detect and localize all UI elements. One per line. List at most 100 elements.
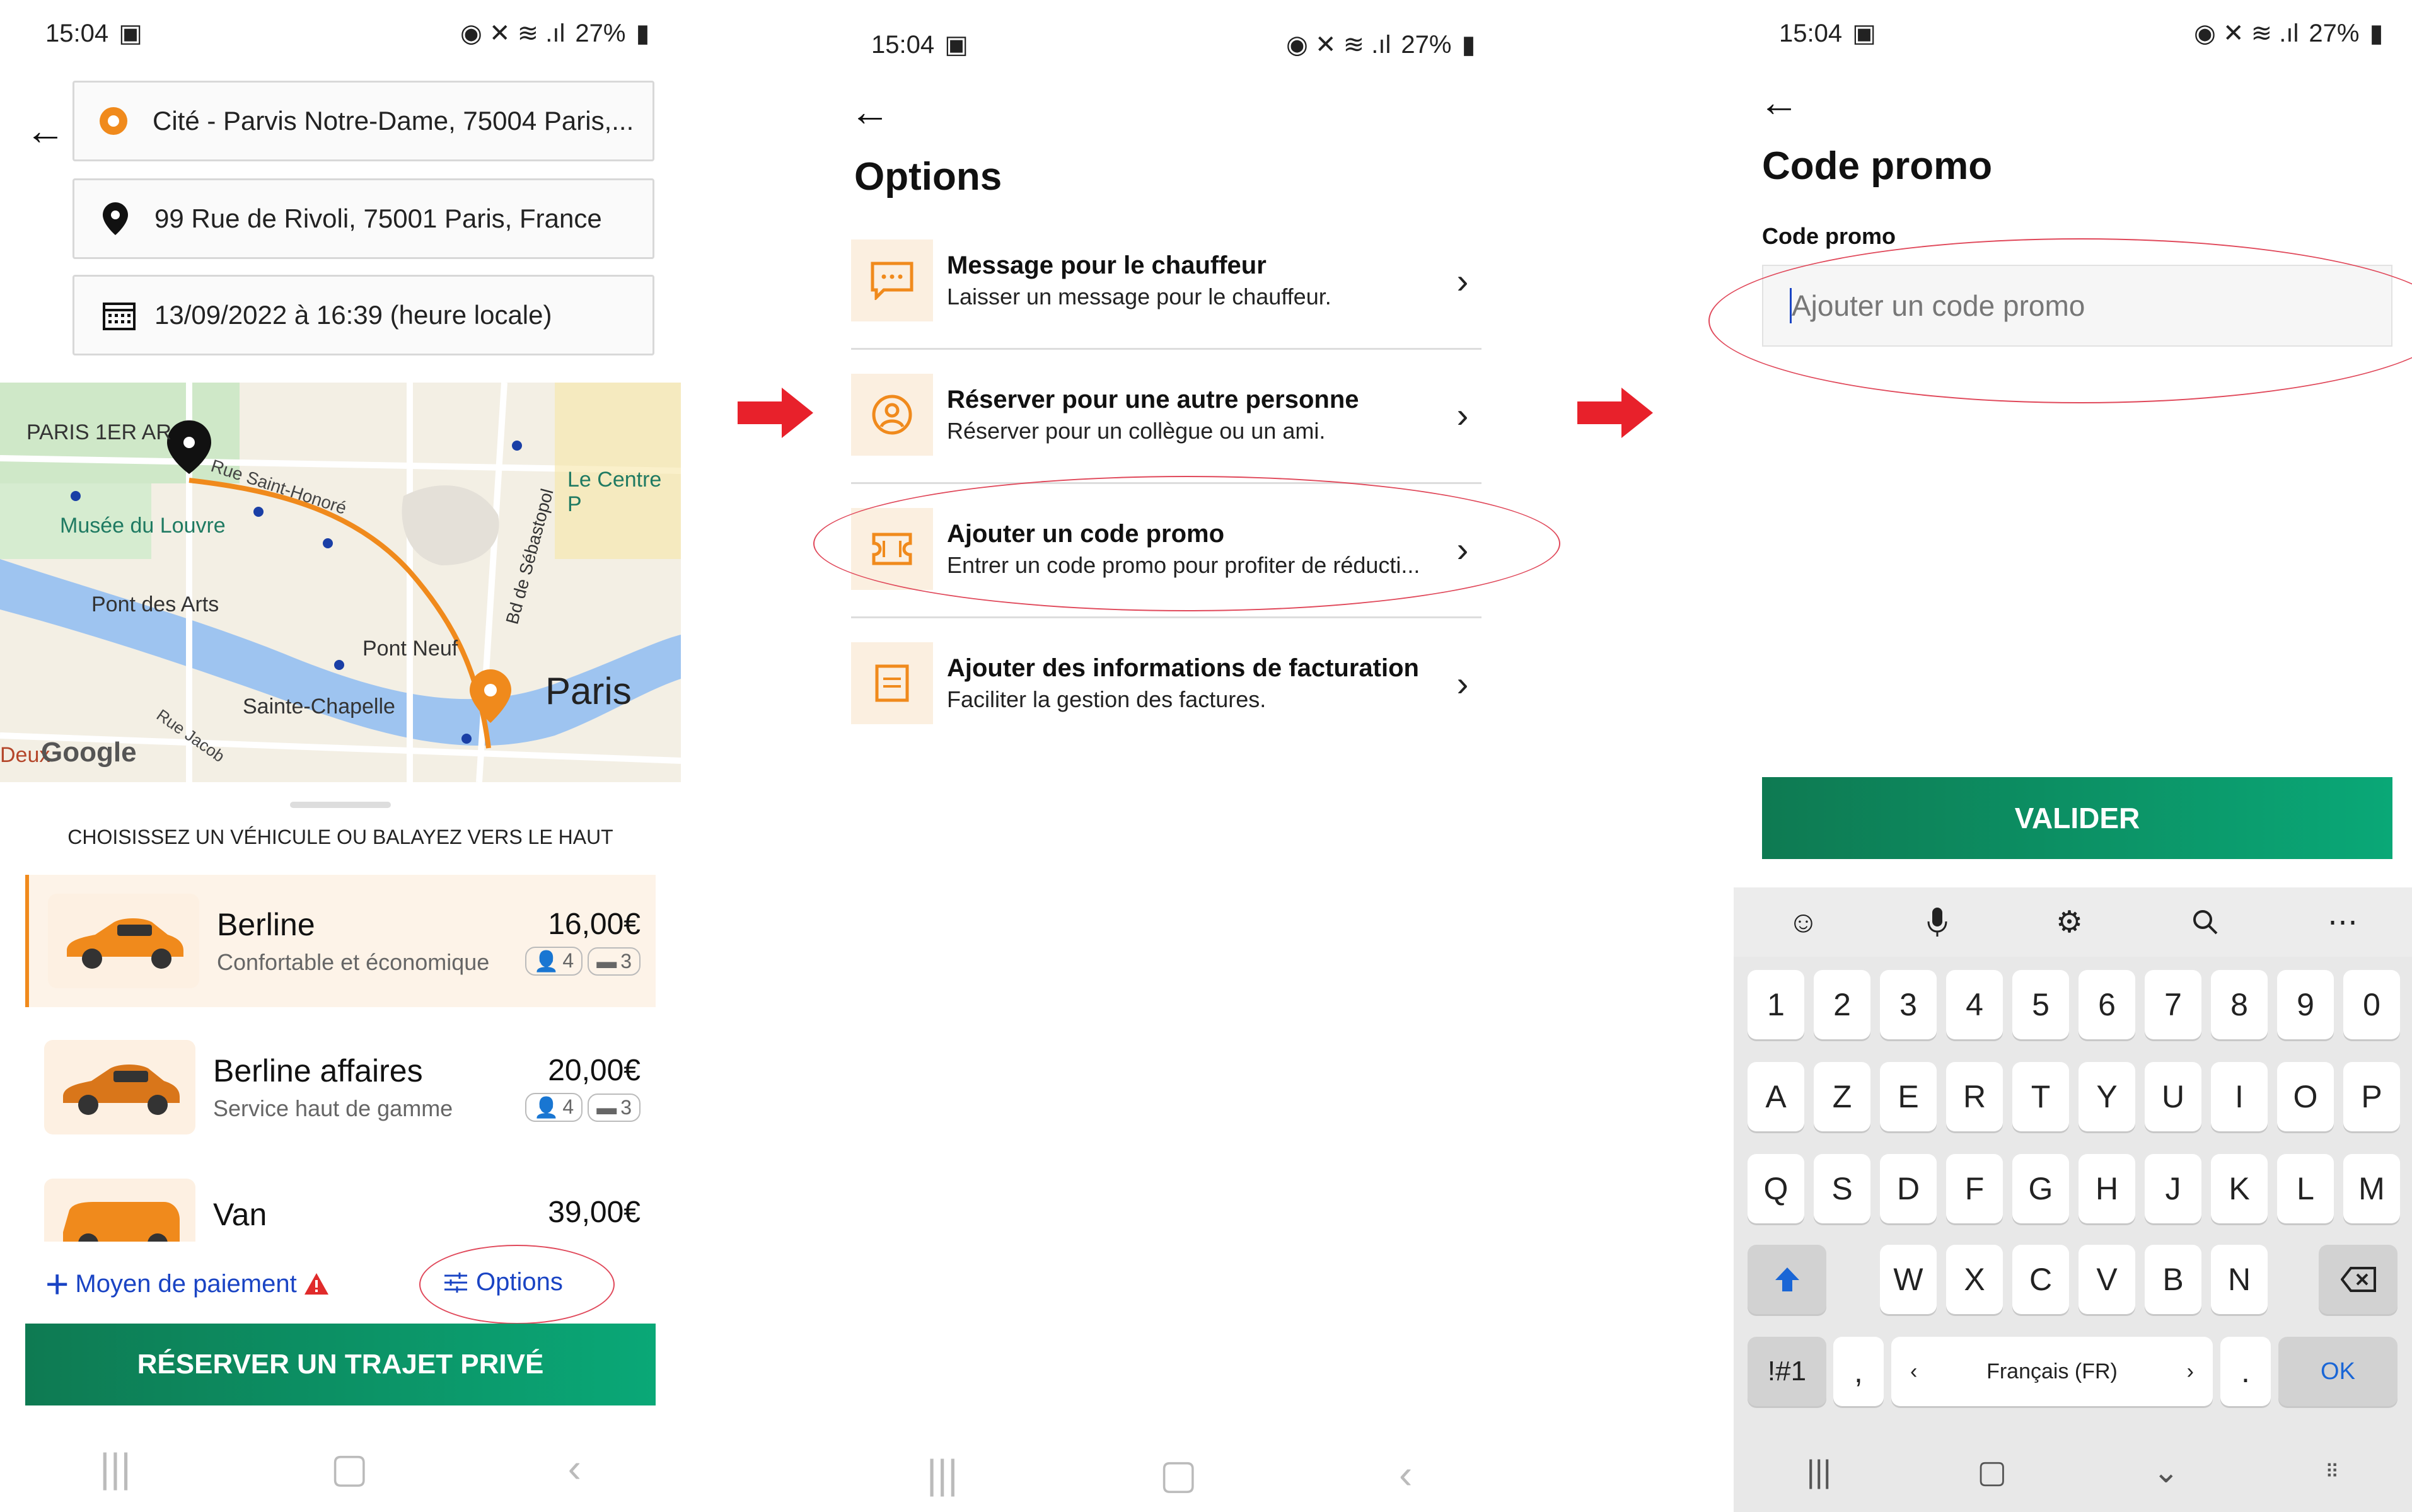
back-arrow-icon[interactable]: ← bbox=[25, 107, 66, 154]
key-0[interactable]: 0 bbox=[2343, 970, 2400, 1039]
drag-handle[interactable] bbox=[290, 802, 391, 808]
option-driver-message[interactable]: Message pour le chauffeur Laisser un mess… bbox=[851, 227, 1481, 334]
shift-key[interactable] bbox=[1748, 1245, 1826, 1314]
key-s[interactable]: S bbox=[1814, 1154, 1870, 1223]
key-6[interactable]: 6 bbox=[2079, 970, 2135, 1039]
battery-icon: ▮ bbox=[635, 20, 650, 47]
vehicle-row-selected[interactable]: Berline Confortable et économique 16,00€… bbox=[25, 875, 656, 1007]
key-h[interactable]: H bbox=[2079, 1154, 2135, 1223]
key-x[interactable]: X bbox=[1946, 1245, 2003, 1314]
key-a[interactable]: A bbox=[1748, 1062, 1804, 1131]
chevron-right-icon: › bbox=[1456, 260, 1469, 301]
key-y[interactable]: Y bbox=[2079, 1062, 2135, 1131]
back-arrow-icon[interactable]: ← bbox=[1759, 79, 1799, 125]
space-bar[interactable]: ‹ Français (FR) › bbox=[1891, 1337, 2213, 1406]
microphone-icon[interactable] bbox=[1927, 906, 1947, 938]
car-icon bbox=[44, 1040, 195, 1134]
status-bar: 15:04 ▣ bbox=[45, 19, 142, 48]
key-n[interactable]: N bbox=[2211, 1245, 2268, 1314]
key-w[interactable]: W bbox=[1880, 1245, 1937, 1314]
key-f[interactable]: F bbox=[1946, 1154, 2003, 1223]
key-7[interactable]: 7 bbox=[2145, 970, 2201, 1039]
bag-icon: ▬ bbox=[596, 949, 617, 972]
back-icon[interactable]: ‹ bbox=[568, 1445, 581, 1491]
passenger-count: 👤 4 bbox=[525, 946, 583, 976]
key-v[interactable]: V bbox=[2079, 1245, 2135, 1314]
pickup-field[interactable]: Cité - Parvis Notre-Dame, 75004 Paris,..… bbox=[72, 81, 654, 161]
key-l[interactable]: L bbox=[2277, 1154, 2334, 1223]
recents-icon[interactable]: ||| bbox=[1807, 1453, 1831, 1490]
book-private-ride-button[interactable]: RÉSERVER UN TRAJET PRIVÉ bbox=[25, 1324, 656, 1405]
chevron-right-icon: › bbox=[2186, 1359, 2194, 1383]
key-5[interactable]: 5 bbox=[2012, 970, 2069, 1039]
pickup-dot-icon bbox=[100, 107, 127, 135]
more-icon[interactable]: ⋯ bbox=[2328, 904, 2358, 940]
recents-icon[interactable]: ||| bbox=[100, 1445, 131, 1491]
vehicle-row[interactable]: Berline affaires Service haut de gamme 2… bbox=[25, 1021, 656, 1153]
key-u[interactable]: U bbox=[2145, 1062, 2201, 1131]
dropoff-field[interactable]: 99 Rue de Rivoli, 75001 Paris, France bbox=[72, 178, 654, 259]
google-logo: Google bbox=[41, 737, 137, 768]
key-z[interactable]: Z bbox=[1814, 1062, 1870, 1131]
key-g[interactable]: G bbox=[2012, 1154, 2069, 1223]
key-d[interactable]: D bbox=[1880, 1154, 1937, 1223]
key-8[interactable]: 8 bbox=[2211, 970, 2268, 1039]
option-billing-info[interactable]: Ajouter des informations de facturation F… bbox=[851, 630, 1481, 737]
home-icon[interactable]: ▢ bbox=[330, 1445, 368, 1492]
divider bbox=[851, 348, 1481, 350]
validate-button[interactable]: VALIDER bbox=[1762, 777, 2392, 859]
key-m[interactable]: M bbox=[2343, 1154, 2400, 1223]
home-icon[interactable]: ▢ bbox=[1977, 1453, 2007, 1490]
payment-method-link[interactable]: + Moyen de paiement bbox=[45, 1264, 330, 1304]
key-b[interactable]: B bbox=[2145, 1245, 2201, 1314]
ok-key[interactable]: OK bbox=[2278, 1337, 2398, 1406]
key-e[interactable]: E bbox=[1880, 1062, 1937, 1131]
search-icon[interactable] bbox=[2191, 908, 2219, 936]
settings-gear-icon[interactable]: ⚙ bbox=[2056, 904, 2083, 940]
chevron-right-icon: › bbox=[1456, 663, 1469, 703]
key-q[interactable]: Q bbox=[1748, 1154, 1804, 1223]
key-j[interactable]: J bbox=[2145, 1154, 2201, 1223]
back-arrow-icon[interactable]: ← bbox=[850, 88, 890, 135]
hide-keyboard-icon[interactable]: ⌄ bbox=[2153, 1453, 2179, 1490]
emoji-icon[interactable]: ☺ bbox=[1788, 905, 1819, 940]
key-c[interactable]: C bbox=[2012, 1245, 2069, 1314]
warning-icon bbox=[303, 1272, 330, 1296]
symbols-key[interactable]: !#1 bbox=[1748, 1337, 1826, 1406]
image-icon: ▣ bbox=[944, 31, 968, 59]
vehicle-row[interactable]: Van 39,00€ bbox=[25, 1179, 656, 1242]
recents-icon[interactable]: ||| bbox=[927, 1451, 958, 1498]
key-1[interactable]: 1 bbox=[1748, 970, 1804, 1039]
image-icon: ▣ bbox=[119, 20, 142, 47]
flow-arrow-icon bbox=[738, 388, 813, 438]
key-i[interactable]: I bbox=[2211, 1062, 2268, 1131]
key-2[interactable]: 2 bbox=[1814, 970, 1870, 1039]
key-p[interactable]: P bbox=[2343, 1062, 2400, 1131]
key-3[interactable]: 3 bbox=[1880, 970, 1937, 1039]
map-label: Pont des Arts bbox=[91, 592, 219, 616]
map-label: Paris bbox=[545, 670, 632, 712]
map-label: Sainte-Chapelle bbox=[243, 695, 395, 718]
home-icon[interactable]: ▢ bbox=[1159, 1451, 1197, 1498]
on-screen-keyboard: ☺ ⚙ ⋯ 1234567890 AZERTYUIOP QSDFGHJKLM WXCV… bbox=[1734, 887, 2412, 1512]
screen-promo-code: 15:04 ▣ ◉ ✕ ≋ .ıl 27% ▮ ← Code promo Cod… bbox=[1734, 0, 2412, 1512]
car-icon bbox=[48, 894, 199, 988]
key-4[interactable]: 4 bbox=[1946, 970, 2003, 1039]
keyboard-grid-icon[interactable]: ⠿ bbox=[2325, 1461, 2339, 1483]
key-k[interactable]: K bbox=[2211, 1154, 2268, 1223]
key-r[interactable]: R bbox=[1946, 1062, 2003, 1131]
datetime-field[interactable]: 13/09/2022 à 16:39 (heure locale) bbox=[72, 275, 654, 355]
page-title: Options bbox=[854, 155, 1002, 199]
back-icon[interactable]: ‹ bbox=[1399, 1451, 1412, 1498]
route-map[interactable]: PARIS 1ER AR Rue Saint-Honoré Musée du L… bbox=[0, 383, 681, 782]
option-book-for-other[interactable]: Réserver pour une autre personne Réserver… bbox=[851, 361, 1481, 468]
key-t[interactable]: T bbox=[2012, 1062, 2069, 1131]
backspace-key[interactable] bbox=[2319, 1245, 2398, 1314]
promo-field-label: Code promo bbox=[1762, 223, 1896, 249]
comma-key[interactable]: , bbox=[1833, 1337, 1884, 1406]
period-key[interactable]: . bbox=[2220, 1337, 2271, 1406]
key-o[interactable]: O bbox=[2277, 1062, 2334, 1131]
signal-icon: ◉ ✕ ≋ .ıl bbox=[2194, 20, 2299, 47]
battery-icon: ▮ bbox=[1461, 31, 1476, 59]
key-9[interactable]: 9 bbox=[2277, 970, 2334, 1039]
